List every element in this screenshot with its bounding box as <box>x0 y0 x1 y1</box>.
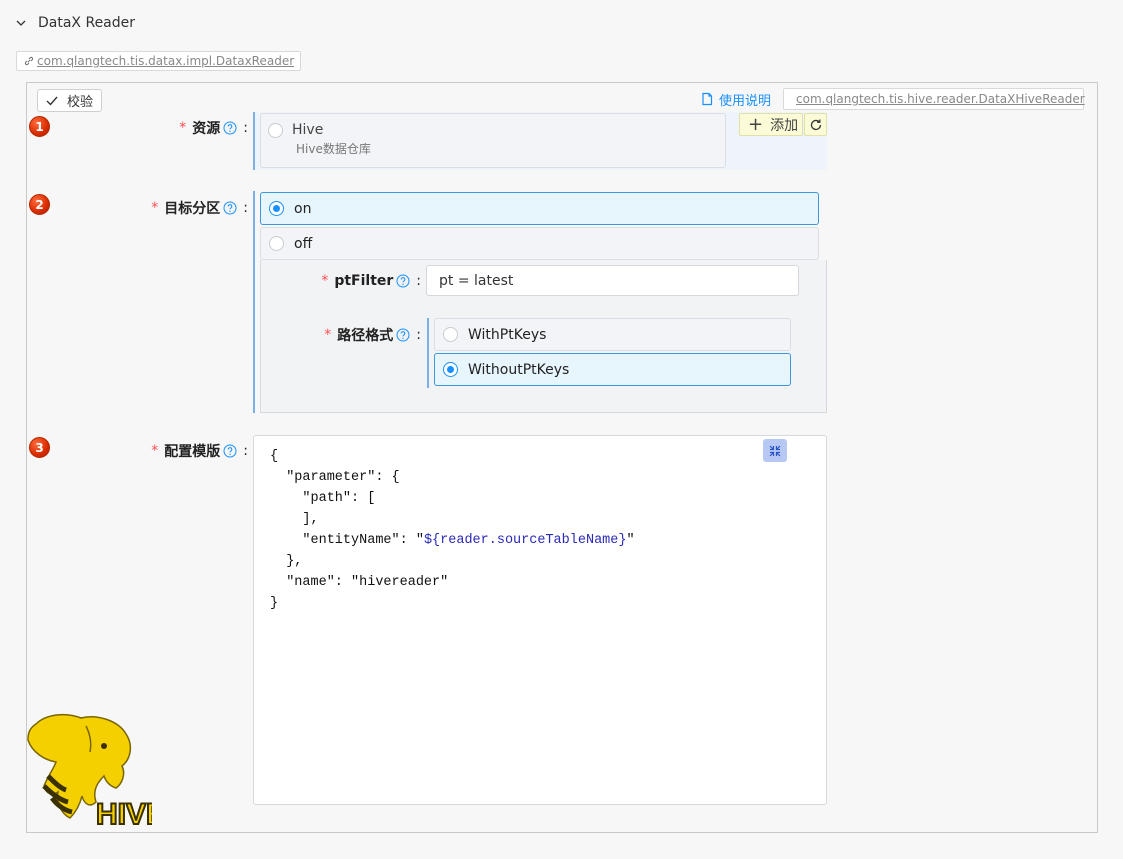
required-mark: * <box>324 327 332 343</box>
template-label-text: 配置模版 <box>164 444 221 460</box>
resource-option-desc: Hive数据仓库 <box>296 142 371 156</box>
expand-editor-button[interactable] <box>763 439 787 462</box>
code-line: ], <box>270 512 319 527</box>
code-line: }, <box>270 554 303 569</box>
validate-button[interactable]: 校验 <box>37 89 102 112</box>
partition-option-on[interactable]: on <box>260 192 819 225</box>
radio-button[interactable] <box>269 236 284 251</box>
path-format-label: * 路径格式 : <box>324 327 421 344</box>
partition-option-label: off <box>294 235 313 252</box>
link-icon <box>24 56 34 66</box>
code-line: "name": "hivereader" <box>270 575 449 590</box>
add-resource-button[interactable]: + 添加 <box>739 113 803 136</box>
radio-button[interactable] <box>443 362 458 377</box>
plus-icon: + <box>748 113 764 135</box>
resource-option-hive[interactable]: Hive Hive数据仓库 <box>260 113 726 168</box>
ptfilter-input[interactable]: pt = latest <box>426 265 799 296</box>
radio-button[interactable] <box>268 123 283 138</box>
help-icon[interactable] <box>223 201 237 215</box>
plugin-class-text: com.qlangtech.tis.hive.reader.DataXHiveR… <box>796 92 1085 106</box>
required-mark: * <box>151 200 159 216</box>
hive-logo-text: HIVE <box>96 798 152 830</box>
section-title: DataX Reader <box>38 15 136 31</box>
partition-label: * 目标分区 : <box>151 200 248 217</box>
hive-logo: HIVE <box>26 712 167 832</box>
plugin-class-link[interactable]: com.qlangtech.tis.hive.reader.DataXHiveR… <box>783 88 1085 110</box>
partition-option-label: on <box>294 200 312 217</box>
path-format-option-label: WithoutPtKeys <box>468 361 570 378</box>
help-icon[interactable] <box>396 274 410 288</box>
validate-label: 校验 <box>67 95 94 110</box>
code-line: } <box>270 596 279 611</box>
chevron-down-icon <box>16 20 26 26</box>
refresh-button[interactable] <box>804 113 827 136</box>
fullscreen-icon <box>769 445 781 456</box>
template-code-editor[interactable]: { "parameter": { "path": [ ], "entityNam… <box>253 435 827 805</box>
path-format-option-withptkeys[interactable]: WithPtKeys <box>434 318 791 351</box>
required-mark: * <box>321 273 329 289</box>
required-mark: * <box>179 120 187 136</box>
impl-class-text: com.qlangtech.tis.datax.impl.DataxReader <box>37 54 295 68</box>
code-line: "path": [ <box>270 491 376 506</box>
code-line: "parameter": { <box>270 470 400 485</box>
step-badge-2: 2 <box>29 194 50 215</box>
help-icon[interactable] <box>396 328 410 342</box>
check-icon <box>46 96 58 106</box>
manual-label: 使用说明 <box>719 93 772 109</box>
path-format-option-withoutptkeys[interactable]: WithoutPtKeys <box>434 353 791 386</box>
code-line: { <box>270 449 279 464</box>
collapse-header[interactable]: DataX Reader <box>16 12 135 34</box>
code-line: "entityName": "${reader.sourceTableName}… <box>270 533 635 548</box>
document-icon <box>702 92 713 106</box>
radio-button[interactable] <box>443 327 458 342</box>
add-label: 添加 <box>770 117 799 134</box>
resource-label-text: 资源 <box>192 121 221 137</box>
partition-option-off[interactable]: off <box>260 227 819 260</box>
path-format-option-label: WithPtKeys <box>468 326 547 343</box>
help-icon[interactable] <box>223 444 237 458</box>
path-format-label-text: 路径格式 <box>337 328 394 344</box>
ptfilter-label: * ptFilter : <box>321 273 421 289</box>
resource-option-name: Hive <box>292 122 324 138</box>
partition-label-text: 目标分区 <box>164 201 221 217</box>
refresh-icon <box>810 119 821 130</box>
radio-button[interactable] <box>269 201 284 216</box>
manual-link[interactable]: 使用说明 <box>700 90 772 109</box>
ptfilter-label-text: ptFilter <box>334 273 394 289</box>
template-code: { "parameter": { "path": [ ], "entityNam… <box>270 446 635 614</box>
required-mark: * <box>151 443 159 459</box>
step-badge-3: 3 <box>29 437 50 458</box>
impl-class-link[interactable]: com.qlangtech.tis.datax.impl.DataxReader <box>16 51 302 71</box>
step-badge-1: 1 <box>29 116 50 137</box>
template-label: * 配置模版 : <box>151 443 248 460</box>
resource-label: * 资源 : <box>179 120 248 137</box>
template-variable: ${reader.sourceTableName} <box>423 533 627 548</box>
help-icon[interactable] <box>223 121 237 135</box>
